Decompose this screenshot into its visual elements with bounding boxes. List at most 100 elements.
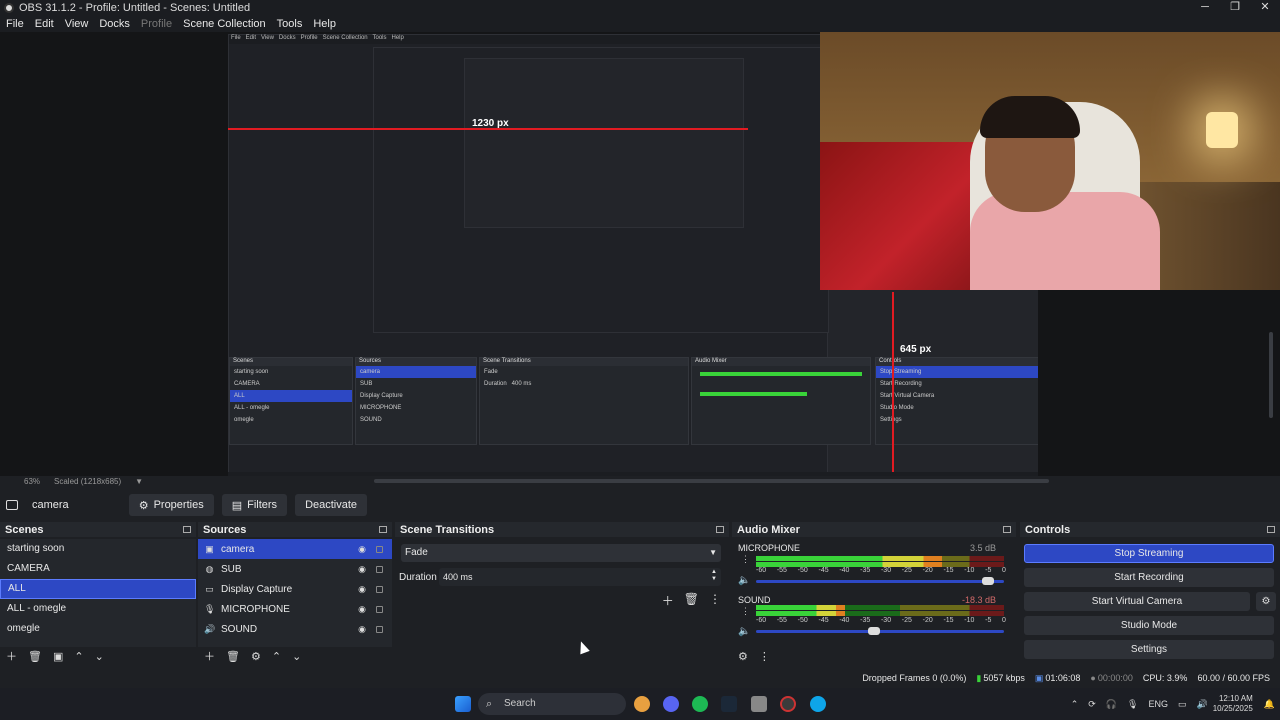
deactivate-button[interactable]: Deactivate <box>295 494 368 516</box>
source-item[interactable]: 🔊 SOUND ◉ <box>198 619 392 639</box>
scene-item-selected[interactable]: ALL <box>0 579 196 599</box>
settings-app-icon[interactable] <box>751 696 767 712</box>
obs-taskbar-icon[interactable] <box>780 696 796 712</box>
move-up-icon[interactable]: ⌃ <box>74 650 83 663</box>
volume-icon[interactable]: 🔊 <box>1197 699 1208 710</box>
preview-area[interactable]: File Edit View Docks Profile Scene Colle… <box>0 32 1280 486</box>
channel-menu-icon[interactable]: ⋮ <box>741 607 750 616</box>
scene-item[interactable]: ALL - omegle <box>0 599 196 619</box>
person-shirt <box>970 192 1160 290</box>
studio-mode-button[interactable]: Studio Mode <box>1024 616 1274 635</box>
menu-profile[interactable]: Profile <box>141 18 172 30</box>
menu-tools[interactable]: Tools <box>277 18 303 30</box>
properties-button[interactable]: ⚙ Properties <box>128 494 214 516</box>
more-options-icon[interactable]: ⋮ <box>709 592 721 609</box>
spinner-icon[interactable]: ▲ ▼ <box>711 569 717 583</box>
scene-item[interactable]: starting soon <box>0 539 196 559</box>
visibility-icon[interactable]: ◉ <box>358 624 366 635</box>
maximize-button[interactable]: ❐ <box>1220 0 1250 16</box>
visibility-icon[interactable]: ◉ <box>358 584 366 595</box>
tray-mic-icon[interactable]: 🎙 <box>1127 699 1138 710</box>
source-item[interactable]: ▣ camera ◉ <box>198 539 392 559</box>
notification-icon[interactable]: 🔔 <box>1264 699 1275 710</box>
lock-icon[interactable] <box>376 546 383 553</box>
advanced-audio-icon[interactable]: ⚙ <box>738 650 748 663</box>
lock-icon[interactable] <box>376 606 383 613</box>
zoom-level[interactable]: 63% <box>24 477 40 486</box>
tray-app-icon[interactable]: ⟳ <box>1088 699 1096 710</box>
start-recording-button[interactable]: Start Recording <box>1024 568 1274 587</box>
move-down-icon[interactable]: ⌄ <box>95 650 104 663</box>
filters-button[interactable]: ▤ Filters <box>221 494 288 516</box>
headset-icon[interactable]: 🎧 <box>1106 699 1117 710</box>
undock-icon[interactable] <box>716 526 724 533</box>
visibility-icon[interactable]: ◉ <box>358 604 366 615</box>
mute-speaker-icon[interactable]: 🔈 <box>738 575 750 586</box>
edge-icon[interactable] <box>810 696 826 712</box>
menu-file[interactable]: File <box>6 18 24 30</box>
source-item[interactable]: 🎙 MICROPHONE ◉ <box>198 599 392 619</box>
move-up-icon[interactable]: ⌃ <box>272 650 281 663</box>
network-icon[interactable]: ▭ <box>1178 699 1187 710</box>
nested-screen-inner <box>373 47 829 333</box>
menu-view[interactable]: View <box>65 18 89 30</box>
scene-item[interactable]: CAMERA <box>0 559 196 579</box>
mixer-dock-header: Audio Mixer <box>732 522 1016 537</box>
steam-icon[interactable] <box>721 696 737 712</box>
add-scene-icon[interactable]: ＋ <box>6 648 17 664</box>
volume-slider[interactable] <box>756 577 1004 585</box>
more-options-icon[interactable]: ⋮ <box>759 650 770 663</box>
scene-filters-icon[interactable]: ▣ <box>53 650 63 663</box>
visibility-icon[interactable]: ◉ <box>358 544 366 555</box>
source-item[interactable]: ▭ Display Capture ◉ <box>198 579 392 599</box>
undock-icon[interactable] <box>183 526 191 533</box>
menu-edit[interactable]: Edit <box>35 18 54 30</box>
mute-speaker-icon[interactable]: 🔈 <box>738 626 750 637</box>
settings-button[interactable]: Settings <box>1024 640 1274 659</box>
undock-icon[interactable] <box>1003 526 1011 533</box>
start-virtual-camera-button[interactable]: Start Virtual Camera <box>1024 592 1250 611</box>
zoom-dropdown-icon[interactable]: ▼ <box>135 477 143 486</box>
preview-vertical-scrollbar[interactable] <box>1269 332 1273 418</box>
preview-horizontal-scrollbar[interactable] <box>374 479 1049 483</box>
record-icon: ● <box>1090 673 1096 683</box>
source-item[interactable]: ◍ SUB ◉ <box>198 559 392 579</box>
volume-slider[interactable] <box>756 627 1004 635</box>
camera-icon: ▣ <box>205 543 214 554</box>
add-source-icon[interactable]: ＋ <box>204 648 215 664</box>
transition-select[interactable]: Fade ▼ <box>401 544 721 562</box>
spotify-icon[interactable] <box>692 696 708 712</box>
menu-docks[interactable]: Docks <box>99 18 130 30</box>
stop-streaming-button[interactable]: Stop Streaming <box>1024 544 1274 563</box>
remove-scene-icon[interactable]: 🗑 <box>28 650 42 663</box>
visibility-icon[interactable]: ◉ <box>358 564 366 575</box>
virtual-camera-settings-button[interactable]: ⚙ <box>1256 592 1276 611</box>
minimize-button[interactable]: ─ <box>1190 0 1220 16</box>
undock-icon[interactable] <box>1267 526 1275 533</box>
clock[interactable]: 12:10 AM 10/25/2025 <box>1213 694 1253 714</box>
volume-knob[interactable] <box>982 577 995 585</box>
scene-item[interactable]: omegle <box>0 619 196 639</box>
remove-source-icon[interactable]: 🗑 <box>226 650 240 663</box>
add-transition-icon[interactable]: ＋ <box>662 592 674 609</box>
lock-icon[interactable] <box>376 566 383 573</box>
volume-knob[interactable] <box>868 627 880 635</box>
discord-icon[interactable] <box>663 696 679 712</box>
remove-transition-icon[interactable]: 🗑 <box>684 592 699 609</box>
windows-start-icon[interactable] <box>455 696 471 712</box>
lock-icon[interactable] <box>376 586 383 593</box>
duration-input[interactable]: 400 ms ▲ ▼ <box>439 568 721 586</box>
lock-icon[interactable] <box>376 626 383 633</box>
source-properties-icon[interactable]: ⚙ <box>251 650 261 663</box>
scale-info[interactable]: Scaled (1218x685) <box>54 477 121 486</box>
move-down-icon[interactable]: ⌄ <box>292 650 301 663</box>
chrome-icon[interactable] <box>634 696 650 712</box>
tray-chevron-icon[interactable]: ⌃ <box>1071 699 1079 710</box>
channel-menu-icon[interactable]: ⋮ <box>741 555 750 564</box>
menu-scene-collection[interactable]: Scene Collection <box>183 18 266 30</box>
undock-icon[interactable] <box>379 526 387 533</box>
taskbar-search[interactable]: ⌕ Search <box>478 693 626 715</box>
menu-help[interactable]: Help <box>313 18 336 30</box>
language-indicator[interactable]: ENG <box>1148 699 1168 709</box>
close-button[interactable]: ✕ <box>1250 0 1280 16</box>
